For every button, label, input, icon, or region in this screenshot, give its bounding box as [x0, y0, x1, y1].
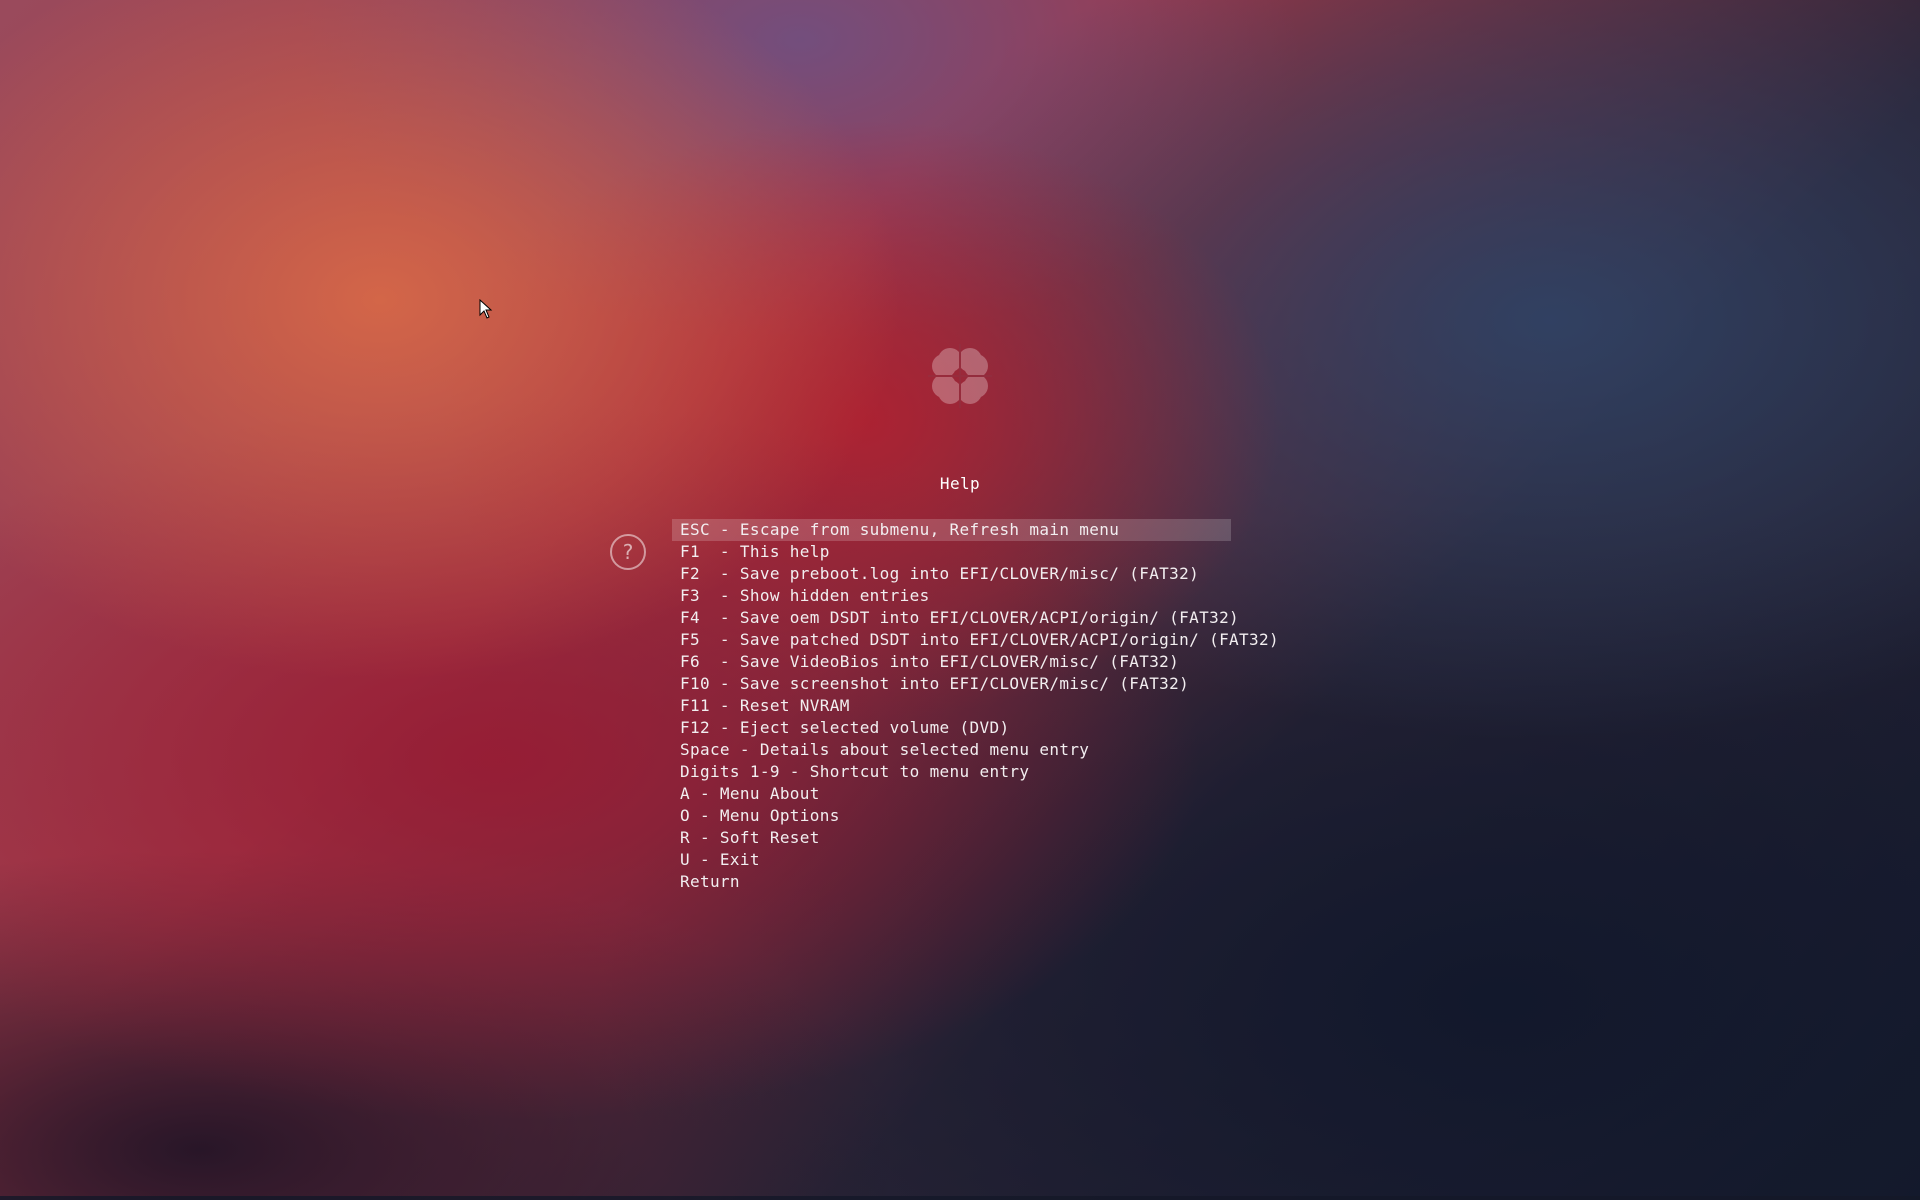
clover-logo-icon [928, 344, 992, 408]
menu-item[interactable]: Space - Details about selected menu entr… [672, 739, 1279, 761]
menu-item[interactable]: O - Menu Options [672, 805, 1279, 827]
menu-item[interactable]: F2 - Save preboot.log into EFI/CLOVER/mi… [672, 563, 1279, 585]
menu-item[interactable]: A - Menu About [672, 783, 1279, 805]
menu-item[interactable]: Return [672, 871, 1279, 893]
menu-item[interactable]: U - Exit [672, 849, 1279, 871]
menu-item[interactable]: F12 - Eject selected volume (DVD) [672, 717, 1279, 739]
menu-item[interactable]: Digits 1-9 - Shortcut to menu entry [672, 761, 1279, 783]
bottom-edge [0, 1196, 1920, 1200]
menu-item[interactable]: F5 - Save patched DSDT into EFI/CLOVER/A… [672, 629, 1279, 651]
menu-item[interactable]: F10 - Save screenshot into EFI/CLOVER/mi… [672, 673, 1279, 695]
mouse-pointer-icon [479, 299, 493, 319]
menu-item[interactable]: R - Soft Reset [672, 827, 1279, 849]
menu-item[interactable]: F11 - Reset NVRAM [672, 695, 1279, 717]
menu-item[interactable]: ESC - Escape from submenu, Refresh main … [672, 519, 1231, 541]
menu-item[interactable]: F1 - This help [672, 541, 1279, 563]
menu-item[interactable]: F6 - Save VideoBios into EFI/CLOVER/misc… [672, 651, 1279, 673]
page-title: Help [939, 474, 981, 493]
question-mark-icon: ? [610, 534, 646, 570]
menu-item[interactable]: F3 - Show hidden entries [672, 585, 1279, 607]
menu-item[interactable]: F4 - Save oem DSDT into EFI/CLOVER/ACPI/… [672, 607, 1279, 629]
help-menu: ESC - Escape from submenu, Refresh main … [672, 519, 1279, 893]
